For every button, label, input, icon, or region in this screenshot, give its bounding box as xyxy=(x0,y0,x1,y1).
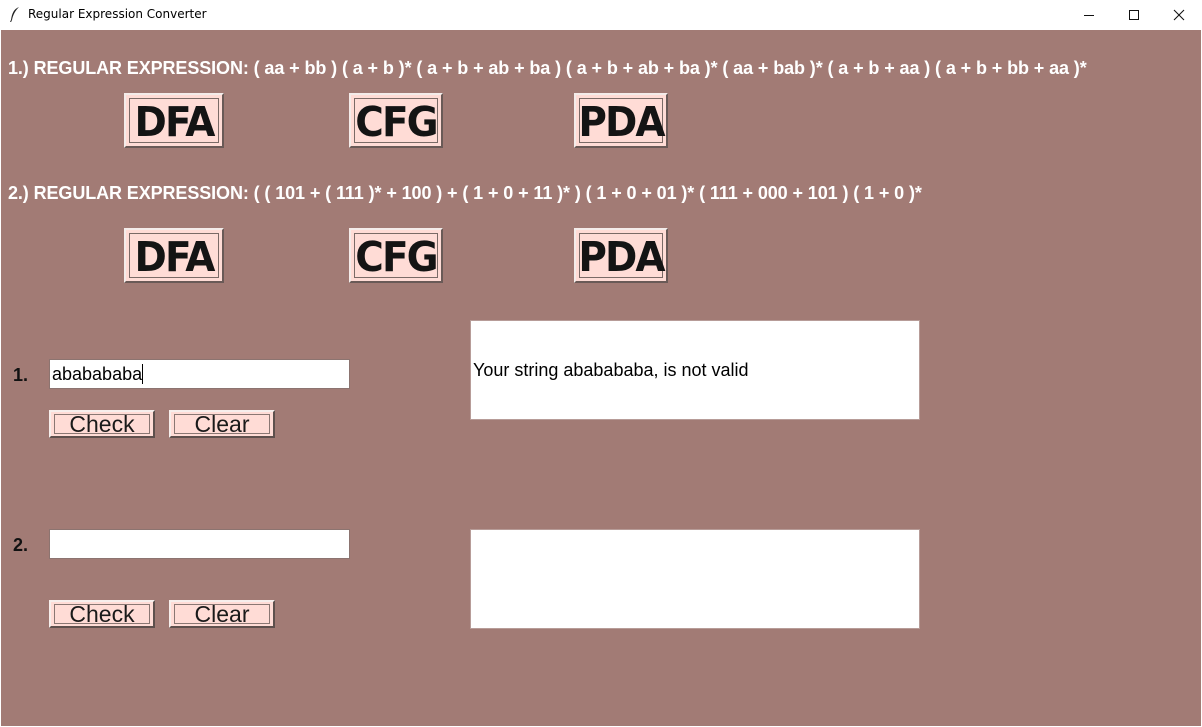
regex2-label: 2.) REGULAR EXPRESSION: ( ( 101 + ( 111 … xyxy=(8,183,922,203)
maximize-button[interactable] xyxy=(1111,0,1157,30)
minimize-icon xyxy=(1084,15,1094,16)
checker1-result-box: Your string ababababa, is not valid xyxy=(470,320,920,420)
minimize-button[interactable] xyxy=(1066,0,1112,30)
cfg-label: CFG xyxy=(355,98,438,146)
text-caret xyxy=(142,364,144,384)
checker1-result-text: Your string ababababa, is not valid xyxy=(473,360,749,380)
checker1-number: 1. xyxy=(13,365,29,385)
clear-label: Clear xyxy=(194,601,250,627)
checker1-string-input[interactable]: ababababa xyxy=(49,359,350,389)
title-bar: Regular Expression Converter xyxy=(0,0,1202,30)
main-panel: 1.) REGULAR EXPRESSION: ( aa + bb ) ( a … xyxy=(1,30,1201,726)
checker2-string-input[interactable] xyxy=(49,529,350,559)
regex2-pda-button[interactable]: PDA xyxy=(574,228,668,283)
checker2-number: 2. xyxy=(13,535,29,555)
regex2-cfg-button[interactable]: CFG xyxy=(349,228,443,283)
feather-icon xyxy=(10,7,19,22)
regex2-dfa-button[interactable]: DFA xyxy=(124,228,224,283)
regex1-dfa-button[interactable]: DFA xyxy=(124,93,224,148)
check-label: Check xyxy=(69,601,135,627)
pda-label: PDA xyxy=(578,233,665,281)
regex1-cfg-button[interactable]: CFG xyxy=(349,93,443,148)
checker2-check-button[interactable]: Check xyxy=(49,600,155,628)
regex1-pda-button[interactable]: PDA xyxy=(574,93,668,148)
dfa-label: DFA xyxy=(134,233,216,281)
check-label: Check xyxy=(69,411,135,437)
pda-label: PDA xyxy=(578,98,665,146)
checker1-check-button[interactable]: Check xyxy=(49,410,155,438)
close-button[interactable] xyxy=(1156,0,1202,30)
clear-label: Clear xyxy=(194,411,250,437)
maximize-icon xyxy=(1129,10,1139,20)
window-title: Regular Expression Converter xyxy=(28,7,207,21)
checker2-result-box xyxy=(470,529,920,629)
cfg-label: CFG xyxy=(355,233,438,281)
checker1-input-text: ababababa xyxy=(52,364,143,384)
dfa-label: DFA xyxy=(134,98,216,146)
regex1-label: 1.) REGULAR EXPRESSION: ( aa + bb ) ( a … xyxy=(8,58,1087,78)
checker2-clear-button[interactable]: Clear xyxy=(169,600,275,628)
close-icon xyxy=(1173,9,1185,21)
checker1-clear-button[interactable]: Clear xyxy=(169,410,275,438)
